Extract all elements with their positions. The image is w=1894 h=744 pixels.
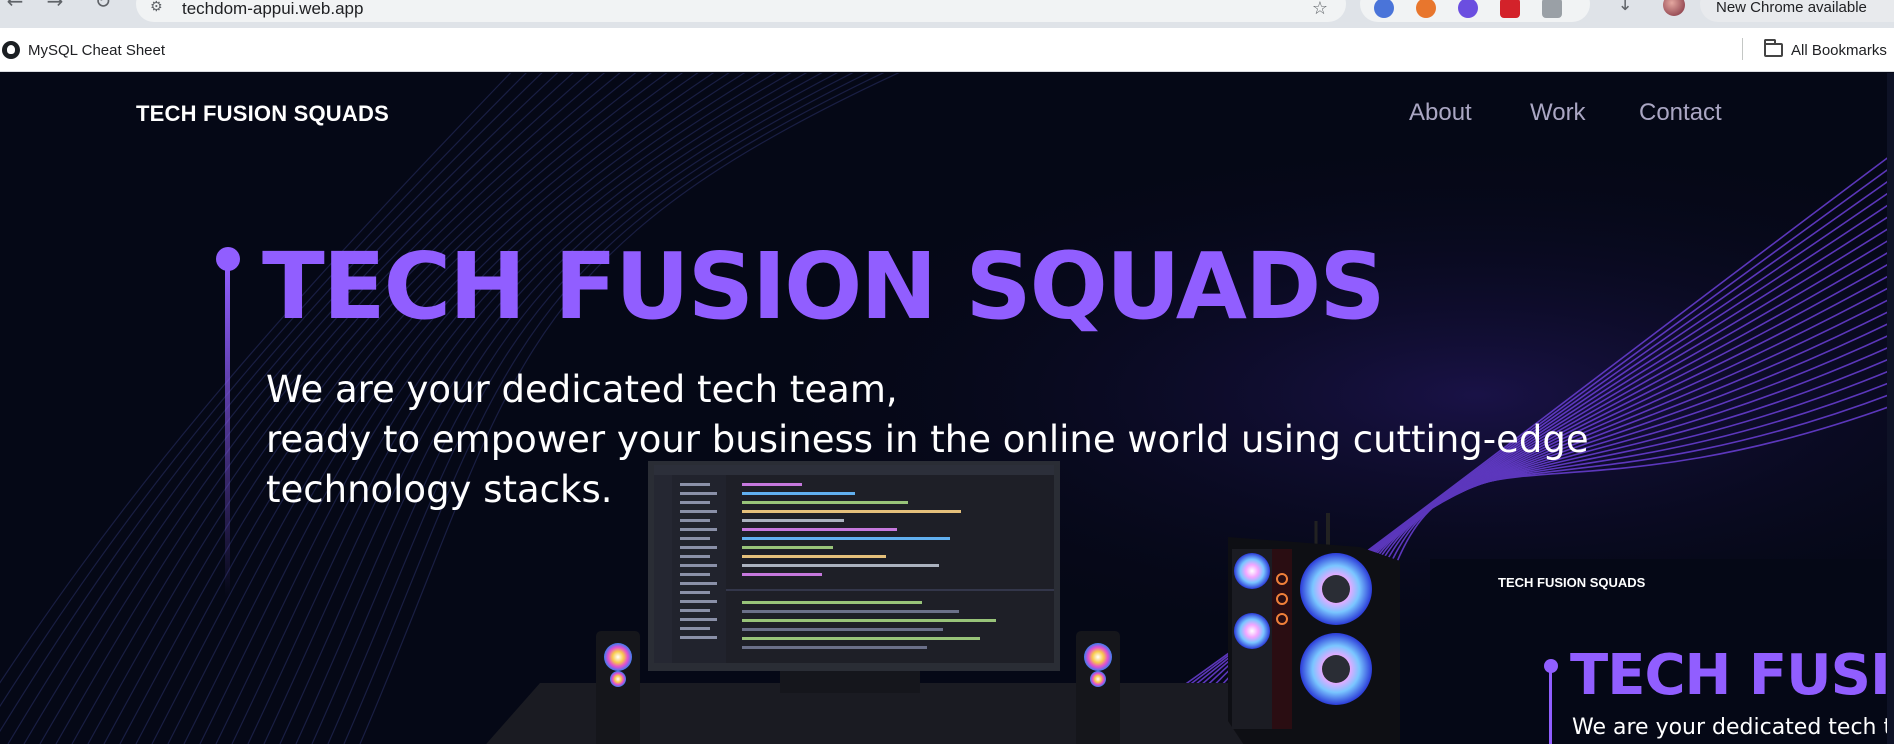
page-scrollbar[interactable] [1887, 73, 1894, 744]
extension-gear-icon[interactable] [1458, 0, 1478, 18]
folder-icon [1764, 39, 1783, 57]
hero-title: TECH FUSION SQUADS [262, 233, 1386, 340]
browser-toolbar: ← → ↻ ⚙ techdom-appui.web.app ☆ ↧ New Ch… [0, 0, 1894, 28]
all-bookmarks-button[interactable]: All Bookmarks [1764, 37, 1887, 63]
forward-icon[interactable]: → [44, 0, 66, 12]
computer-setup-illustration[interactable] [480, 461, 1400, 744]
all-bookmarks-label: All Bookmarks [1791, 41, 1887, 59]
update-chrome-button[interactable]: New Chrome available [1700, 0, 1894, 22]
update-chrome-label: New Chrome available [1716, 0, 1867, 16]
address-bar-url[interactable]: techdom-appui.web.app [182, 0, 363, 19]
preview-accent-line [1549, 671, 1552, 744]
preview-logo: TECH FUSION SQUADS [1498, 575, 1646, 590]
bookmark-star-icon[interactable]: ☆ [1312, 0, 1328, 19]
address-bar[interactable]: ⚙ techdom-appui.web.app ☆ [136, 0, 1346, 22]
preview-title: TECH FUSIO [1570, 643, 1894, 708]
github-icon [2, 41, 20, 59]
webpage: TECH FUSION SQUADS About Work Contact TE… [0, 73, 1894, 744]
nav-contact[interactable]: Contact [1639, 99, 1722, 127]
bookmark-label: MySQL Cheat Sheet [28, 41, 166, 59]
extensions-puzzle-icon[interactable] [1542, 0, 1562, 18]
extensions-group [1360, 0, 1590, 22]
profile-avatar[interactable] [1663, 0, 1685, 16]
bookmarks-divider [1742, 38, 1743, 60]
preview-subtitle: We are your dedicated tech t [1572, 715, 1893, 740]
reload-icon[interactable]: ↻ [92, 0, 114, 12]
extension-red-icon[interactable] [1500, 0, 1520, 18]
back-icon[interactable]: ← [4, 0, 26, 12]
bookmarks-bar: MySQL Cheat Sheet All Bookmarks [0, 28, 1894, 72]
site-info-icon[interactable]: ⚙ [150, 0, 163, 15]
bookmark-item[interactable]: MySQL Cheat Sheet [2, 37, 165, 63]
hero-subtitle-line: We are your dedicated tech team, [266, 368, 898, 411]
nav-about[interactable]: About [1409, 99, 1472, 127]
page-preview-thumbnail: TECH FUSION SQUADS TECH FUSIO We are you… [1430, 559, 1894, 744]
extension-icon[interactable] [1374, 0, 1394, 18]
nav-work[interactable]: Work [1530, 99, 1586, 127]
site-logo[interactable]: TECH FUSION SQUADS [136, 101, 389, 127]
hero-subtitle-line: ready to empower your business in the on… [266, 418, 1589, 461]
metamask-icon[interactable] [1416, 0, 1436, 18]
hero-accent-line [225, 267, 230, 597]
download-icon[interactable]: ↧ [1614, 0, 1636, 16]
